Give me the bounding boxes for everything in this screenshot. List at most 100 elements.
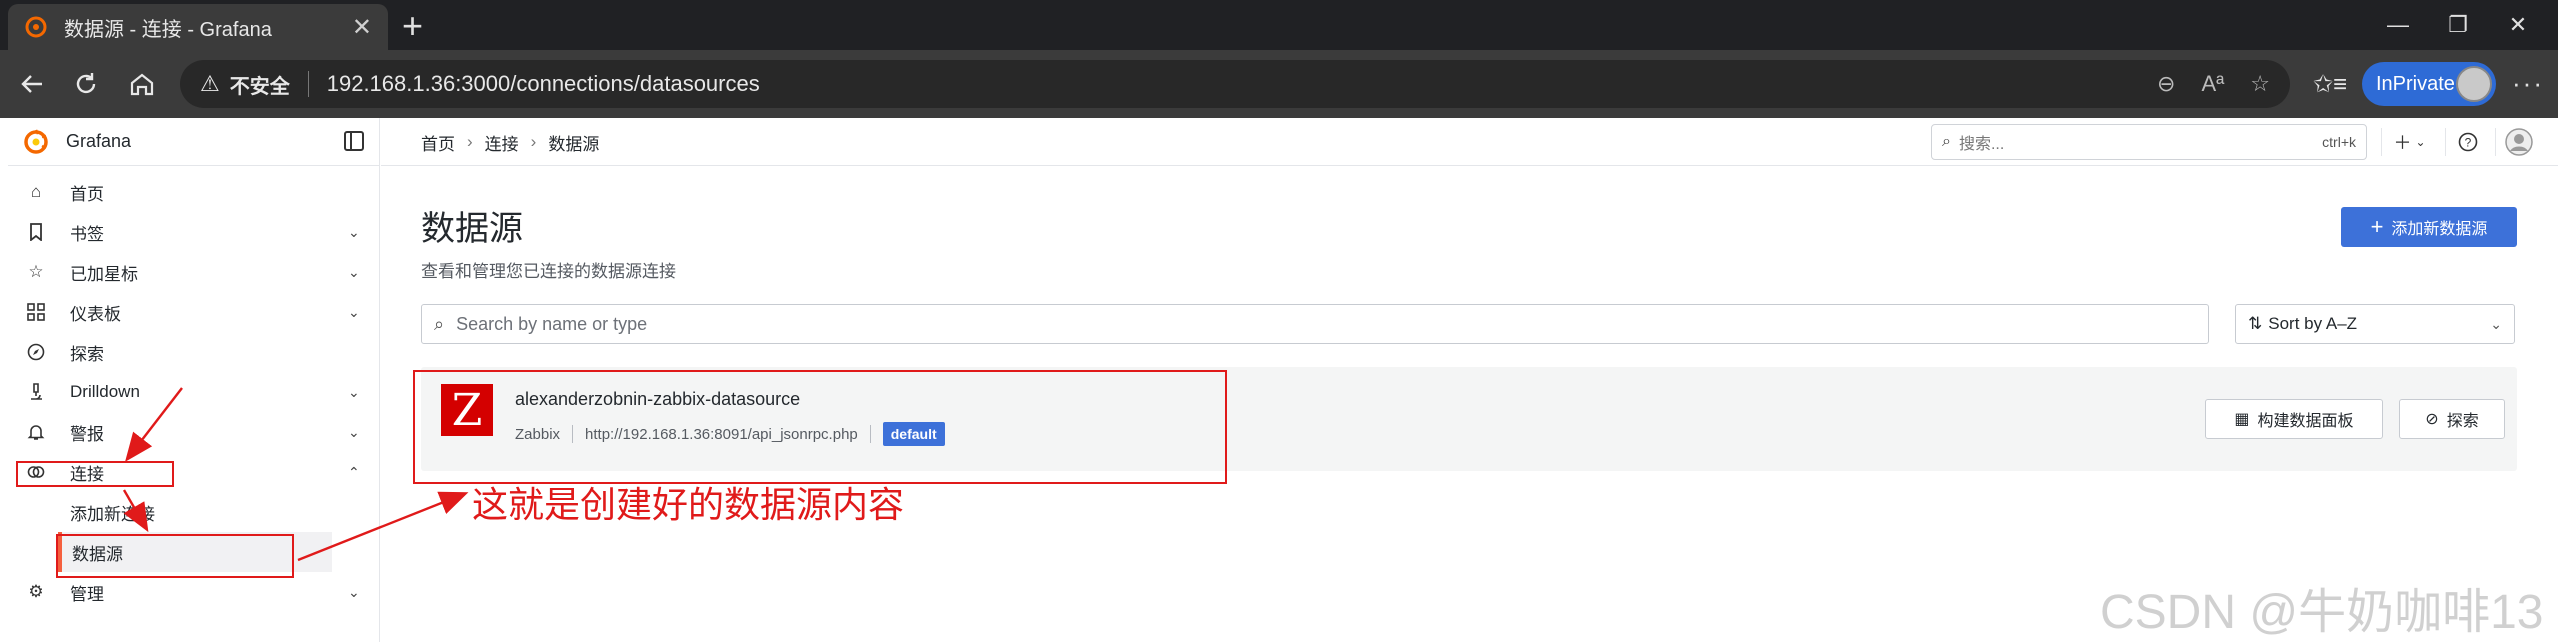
- meta-divider: [572, 425, 574, 443]
- url-divider: [307, 71, 309, 97]
- grafana-topbar: 首页 › 连接 › 数据源 ⌕ 搜索... ctrl+k ＋ ⌄ ?: [381, 118, 2558, 166]
- breadcrumb-home[interactable]: 首页: [421, 130, 455, 155]
- plus-icon: +: [2370, 214, 2384, 239]
- datasource-meta: Zabbix http://192.168.1.36:8091/api_json…: [515, 422, 945, 446]
- datasource-card[interactable]: Z alexanderzobnin-zabbix-datasource Zabb…: [421, 367, 2517, 471]
- sidebar-item-label: Drilldown: [70, 382, 140, 401]
- sidebar-item-add-connection[interactable]: 添加新连接: [8, 492, 380, 532]
- new-tab-icon[interactable]: +: [402, 6, 423, 46]
- read-aloud-icon[interactable]: Aª: [2201, 71, 2224, 97]
- sidebar-item-administration[interactable]: ⚙ 管理 ⌄: [8, 572, 380, 612]
- sidebar-item-label: 已加星标: [70, 264, 138, 284]
- minimize-icon[interactable]: —: [2368, 0, 2428, 50]
- explore-label: 探索: [2446, 413, 2479, 430]
- sidebar-item-dashboards[interactable]: 仪表板 ⌄: [8, 292, 380, 332]
- browser-menu-icon[interactable]: ···: [2512, 68, 2544, 99]
- help-icon[interactable]: ?: [2445, 128, 2489, 156]
- chevron-down-icon[interactable]: ⌄: [348, 264, 360, 281]
- user-avatar[interactable]: [2495, 128, 2541, 156]
- window-close-icon[interactable]: ✕: [2488, 0, 2548, 50]
- sidebar-item-label: 探索: [70, 344, 104, 364]
- sort-icon: ⇅: [2248, 314, 2263, 333]
- brand-name: Grafana: [66, 131, 132, 151]
- breadcrumb-separator-icon: ›: [467, 132, 473, 151]
- favorites-icon[interactable]: ✩≡: [2308, 62, 2352, 106]
- profile-avatar: [2456, 66, 2492, 102]
- add-datasource-button[interactable]: + 添加新数据源: [2341, 207, 2517, 247]
- security-label[interactable]: 不安全: [230, 70, 290, 99]
- build-dashboard-label: 构建数据面板: [2257, 413, 2354, 430]
- inprivate-label: InPrivate: [2376, 72, 2455, 95]
- svg-text:?: ?: [2464, 136, 2471, 150]
- sidebar-item-label: 添加新连接: [70, 504, 155, 524]
- add-datasource-label: 添加新数据源: [2391, 221, 2488, 238]
- bell-icon: [26, 422, 46, 442]
- sidebar-item-explore[interactable]: 探索: [8, 332, 380, 372]
- search-icon: ⌕: [1942, 133, 1951, 150]
- sidebar-item-starred[interactable]: ☆ 已加星标 ⌄: [8, 252, 380, 292]
- breadcrumb-datasources: 数据源: [548, 134, 600, 154]
- annotation-text: 这就是创建好的数据源内容: [472, 485, 905, 526]
- gear-icon: ⚙: [28, 582, 44, 601]
- main-content: 数据源 查看和管理您已连接的数据源连接 + 添加新数据源 ⌕ Search by…: [381, 167, 2558, 642]
- star-icon: ☆: [28, 262, 44, 281]
- sidebar-item-connections[interactable]: 连接 ⌃: [8, 452, 380, 492]
- datasource-search-input[interactable]: ⌕ Search by name or type: [421, 304, 2209, 344]
- browser-toolbar: ⚠ 不安全 192.168.1.36:3000/connections/data…: [0, 50, 2558, 118]
- page-title: 数据源: [421, 210, 523, 248]
- sidebar-item-label: 首页: [70, 184, 104, 204]
- address-bar-actions: ⊖ Aª ☆: [2157, 71, 2270, 97]
- sidebar-header: Grafana: [8, 118, 380, 166]
- url-text[interactable]: 192.168.1.36:3000/connections/datasource…: [327, 71, 760, 97]
- browser-tab[interactable]: 数据源 - 连接 - Grafana ✕: [8, 4, 388, 50]
- home-icon: ⌂: [30, 182, 42, 201]
- zoom-out-icon[interactable]: ⊖: [2157, 71, 2175, 97]
- explore-button[interactable]: ⊘ 探索: [2399, 399, 2505, 439]
- restore-icon[interactable]: ❐: [2428, 0, 2488, 50]
- sidebar-item-alerting[interactable]: 警报 ⌄: [8, 412, 380, 452]
- sort-select[interactable]: ⇅ Sort by A–Z ⌄: [2235, 304, 2515, 344]
- chevron-down-icon[interactable]: ⌄: [348, 424, 360, 441]
- tab-close-icon[interactable]: ✕: [352, 13, 372, 42]
- address-bar[interactable]: ⚠ 不安全 192.168.1.36:3000/connections/data…: [180, 60, 2290, 108]
- favorite-star-icon[interactable]: ☆: [2250, 71, 2270, 97]
- reload-icon[interactable]: [64, 62, 108, 106]
- sidebar-item-label: 连接: [70, 464, 104, 484]
- datasource-search-placeholder: Search by name or type: [456, 313, 648, 334]
- inprivate-button[interactable]: InPrivate: [2362, 62, 2496, 106]
- chevron-down-icon: ⌄: [2490, 315, 2502, 332]
- datasource-url: http://192.168.1.36:8091/api_jsonrpc.php: [585, 425, 858, 443]
- breadcrumb-separator-icon: ›: [530, 132, 537, 151]
- home-browser-icon[interactable]: [120, 62, 164, 106]
- sidebar-item-bookmarks[interactable]: 书签 ⌄: [8, 212, 380, 252]
- grafana-app: Grafana ⌂ 首页 书签 ⌄ ☆ 已加星标 ⌄ 仪表板 ⌄ 探索 Dril…: [8, 118, 2558, 642]
- sidebar-item-drilldown[interactable]: Drilldown ⌄: [8, 372, 380, 412]
- sidebar-item-label: 警报: [70, 424, 104, 444]
- search-shortcut: ctrl+k: [2322, 134, 2356, 150]
- chevron-down-icon[interactable]: ⌄: [348, 384, 360, 401]
- sidebar-item-label: 书签: [70, 224, 104, 244]
- search-placeholder: 搜索...: [1958, 136, 2005, 153]
- warning-icon[interactable]: ⚠: [200, 71, 220, 97]
- sort-value: Sort by A–Z: [2268, 314, 2358, 333]
- tab-title: 数据源 - 连接 - Grafana: [64, 18, 272, 41]
- breadcrumb-connections[interactable]: 连接: [485, 130, 519, 155]
- sidebar-item-datasources[interactable]: 数据源: [58, 532, 332, 572]
- default-badge: default: [882, 422, 945, 446]
- new-menu-button[interactable]: ＋ ⌄: [2381, 128, 2437, 156]
- chevron-down-icon[interactable]: ⌄: [348, 224, 360, 241]
- build-dashboard-button[interactable]: ▦ 构建数据面板: [2205, 399, 2383, 439]
- grafana-logo-icon[interactable]: [22, 128, 50, 156]
- global-search-input[interactable]: ⌕ 搜索... ctrl+k: [1931, 124, 2367, 160]
- browser-tab-strip: 数据源 - 连接 - Grafana ✕ + — ❐ ✕: [0, 0, 2558, 50]
- chevron-down-icon[interactable]: ⌄: [348, 584, 360, 601]
- dashboard-grid-icon: [26, 302, 46, 322]
- back-icon[interactable]: [10, 62, 54, 106]
- grafana-favicon-icon: [25, 16, 47, 38]
- search-icon: ⌕: [434, 313, 445, 334]
- dock-menu-icon[interactable]: [344, 131, 364, 151]
- datasource-name[interactable]: alexanderzobnin-zabbix-datasource: [515, 389, 800, 410]
- chevron-down-icon[interactable]: ⌄: [348, 304, 360, 321]
- chevron-up-icon[interactable]: ⌃: [348, 464, 360, 481]
- sidebar-item-home[interactable]: ⌂ 首页: [8, 172, 380, 212]
